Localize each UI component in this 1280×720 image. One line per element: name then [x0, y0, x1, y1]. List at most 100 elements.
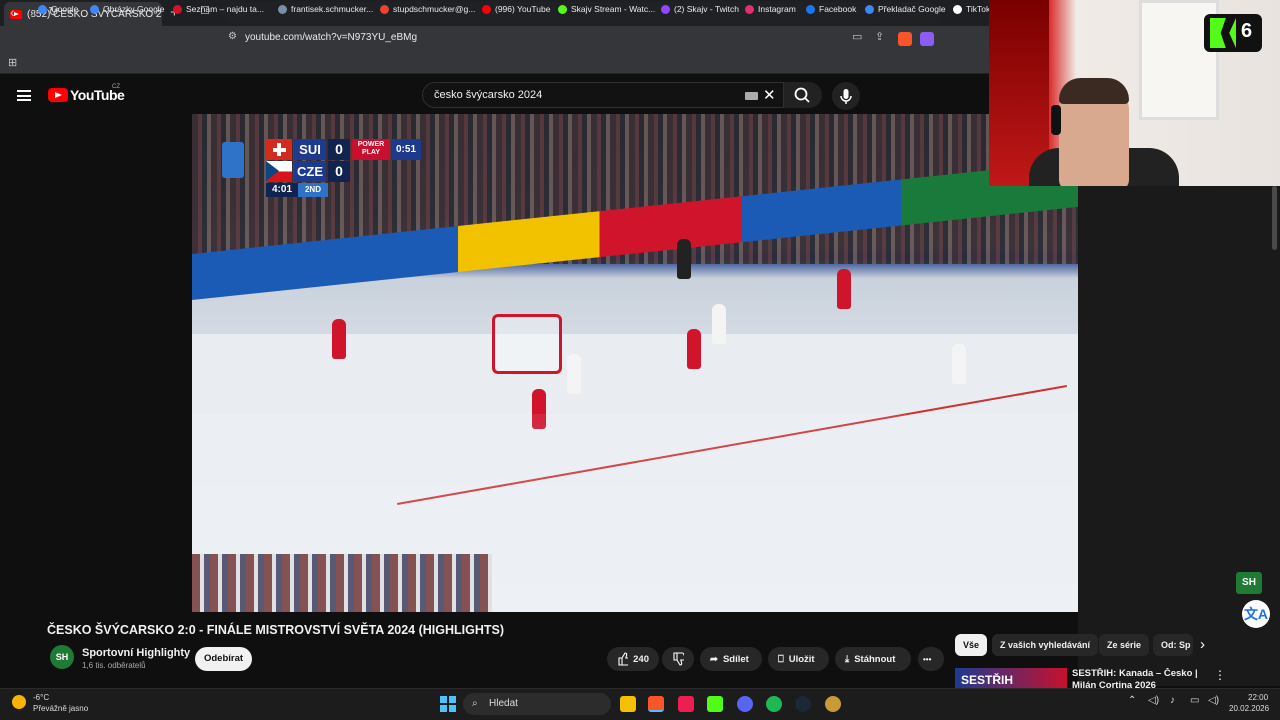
apps-grid-icon[interactable]: ⊞	[8, 56, 17, 69]
iihf-logo-icon	[222, 142, 244, 178]
power-play-label: POWER PLAY	[352, 139, 390, 160]
more-actions-button[interactable]: •••	[918, 647, 944, 671]
taskbar-search-label: Hledat	[489, 698, 518, 709]
video-player-figure	[952, 344, 966, 384]
translate-icon[interactable]: 文A	[1242, 600, 1270, 628]
search-icon: ⌕	[472, 698, 478, 709]
related-more-icon[interactable]: ⋮	[1214, 668, 1226, 682]
download-icon: ⤓	[845, 653, 850, 665]
bookmark-item[interactable]: Skajv Stream - Watc...	[558, 4, 655, 14]
kick-count: 6	[1241, 20, 1253, 42]
page-scrollbar[interactable]	[1272, 186, 1277, 250]
bookmarks-bar	[0, 52, 990, 74]
subscribe-button[interactable]: Odebírat	[195, 647, 252, 671]
score-team-2: CZE	[294, 161, 326, 182]
download-button[interactable]: ⤓ Stáhnout	[835, 647, 911, 671]
like-button[interactable]: 240	[607, 647, 659, 671]
address-bar-url: youtube.com/watch?v=N973YU_eBMg	[245, 32, 418, 43]
video-seats	[192, 554, 492, 612]
game-period: 2ND	[298, 183, 328, 197]
video-net	[492, 314, 562, 374]
video-player[interactable]: SUI 0 CZE 0 POWER PLAY 0:51 4:01 2ND	[192, 114, 1078, 612]
share-page-icon[interactable]: ⇪	[875, 30, 884, 43]
twitch-icon	[661, 4, 670, 14]
site-info-icon[interactable]: ⚙	[228, 31, 237, 42]
score-value-1: 0	[328, 139, 350, 160]
windows-start-icon[interactable]	[440, 696, 456, 712]
save-button[interactable]: ⎕ Uložit	[768, 647, 829, 671]
discord-icon[interactable]	[737, 696, 753, 712]
bookmark-item[interactable]: Instagram	[745, 4, 796, 14]
chevron-right-icon[interactable]: ›	[1200, 636, 1205, 653]
back-icon[interactable]: ‹	[10, 4, 15, 20]
weather-icon[interactable]	[12, 695, 26, 709]
dislike-button[interactable]	[662, 647, 694, 671]
bookmark-item[interactable]: frantisek.schmucker...	[278, 4, 373, 14]
related-thumbnail[interactable]: SESTŘIH	[955, 668, 1067, 688]
network-icon[interactable]: ▭	[1190, 695, 1199, 706]
bookmark-item[interactable]: Překladač Google	[865, 4, 946, 14]
related-title[interactable]: SESTŘIH: Kanada – Česko | Milán Cortina …	[1072, 668, 1202, 688]
speaker-icon[interactable]: ◁)	[1208, 695, 1219, 706]
spotify-icon[interactable]	[766, 696, 782, 712]
bookmark-item[interactable]: Google	[38, 4, 78, 14]
bookmark-item[interactable]: Facebook	[806, 4, 856, 14]
gmail-icon	[380, 4, 389, 14]
score-team-1: SUI	[294, 139, 326, 160]
chip-from-channel[interactable]: Od: Sp	[1153, 634, 1193, 656]
clear-search-icon[interactable]: ✕	[763, 86, 776, 104]
clock-date: 20.02.2026	[1229, 704, 1270, 713]
app-icon[interactable]	[825, 696, 841, 712]
kick-logo-icon	[1210, 18, 1236, 48]
video-player-figure	[332, 319, 346, 359]
thumbs-up-icon	[618, 652, 629, 666]
volume-icon[interactable]: ◁)	[1148, 695, 1159, 706]
bookmark-item[interactable]: (2) Skajv - Twitch	[661, 4, 739, 14]
tiktok-icon	[953, 4, 962, 14]
browser-nav-bar	[0, 26, 990, 52]
bookmark-item[interactable]: Seznam – najdu ta...	[173, 4, 264, 14]
share-label: Sdílet	[722, 653, 749, 665]
brave-rewards-icon[interactable]	[920, 32, 934, 46]
kick-app-icon[interactable]	[707, 696, 723, 712]
youtube-logo-icon[interactable]	[48, 88, 68, 102]
bookmark-item[interactable]: (996) YouTube	[482, 4, 550, 14]
file-explorer-icon[interactable]	[620, 696, 636, 712]
game-clock: 4:01	[266, 183, 298, 197]
brave-browser-icon[interactable]	[648, 696, 664, 712]
document-icon	[278, 4, 287, 14]
bookmark-item[interactable]: stupdschmucker@g...	[380, 4, 475, 14]
video-title: ČESKO ŠVÝCARSKO 2:0 - FINÁLE MISTROVSTVÍ…	[47, 623, 505, 637]
taskbar-search[interactable]: ⌕ Hledat	[463, 693, 611, 715]
translate-icon	[865, 4, 874, 14]
chip-series[interactable]: Ze série	[1099, 634, 1150, 656]
video-referee-figure	[677, 239, 691, 279]
forward-icon[interactable]: ›	[30, 4, 35, 20]
mic-tray-icon[interactable]: ♪	[1170, 695, 1175, 706]
bookmark-item[interactable]: Obrázky Google	[90, 4, 164, 14]
channel-avatar[interactable]: SH	[50, 645, 74, 669]
instagram-icon	[745, 4, 754, 14]
steam-icon[interactable]	[795, 696, 811, 712]
brave-shield-icon[interactable]	[898, 32, 912, 46]
menu-icon[interactable]	[17, 90, 31, 101]
score-value-2: 0	[328, 161, 350, 182]
tray-overflow-icon[interactable]: ⌃	[1128, 695, 1136, 706]
share-button[interactable]: ➦ Sdílet	[700, 647, 762, 671]
keyboard-icon[interactable]	[745, 92, 758, 100]
voice-search-button[interactable]	[832, 82, 860, 110]
chip-from-searches[interactable]: Z vašich vyhledávání	[992, 634, 1099, 656]
google-icon	[90, 4, 99, 14]
tiktok-app-icon[interactable]	[678, 696, 694, 712]
share-icon: ➦	[710, 653, 718, 665]
chip-all[interactable]: Vše	[955, 634, 988, 656]
windows-taskbar	[0, 688, 1280, 720]
region-code: CZ	[112, 84, 120, 90]
bookmark-item[interactable]: TikTok	[953, 4, 990, 14]
channel-name[interactable]: Sportovní Highlighty	[82, 647, 190, 659]
switzerland-flag-icon	[266, 139, 292, 160]
search-button[interactable]	[784, 82, 822, 108]
cast-icon[interactable]: ▭	[852, 30, 862, 43]
weather-desc: Převážně jasno	[33, 704, 89, 713]
bookmark-save-icon: ⎕	[778, 653, 784, 665]
